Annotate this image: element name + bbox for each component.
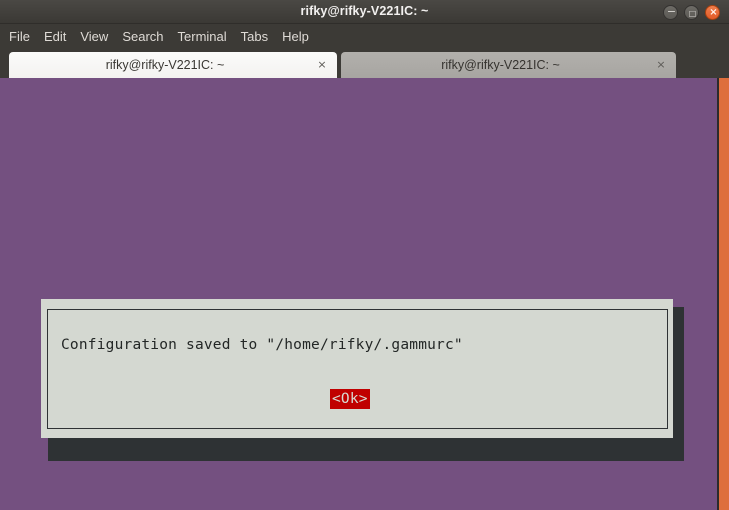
tab-close-icon[interactable]: × (315, 52, 329, 78)
maximize-icon: □ (688, 9, 697, 18)
window-title: rifky@rifky-V221IC: ~ (300, 4, 429, 18)
configuration-saved-dialog: Configuration saved to "/home/rifky/.gam… (41, 299, 673, 438)
terminal-window: rifky@rifky-V221IC: ~ − □ × File Edit View… (0, 0, 729, 510)
dialog-message-text: Configuration saved to "/home/rifky/.gam… (61, 337, 463, 353)
maximize-button[interactable]: □ (684, 5, 699, 20)
menu-item-search[interactable]: Search (115, 24, 170, 50)
minimize-icon: − (666, 5, 677, 18)
menu-item-view[interactable]: View (73, 24, 115, 50)
close-icon: × (709, 7, 718, 18)
minimize-button[interactable]: − (663, 5, 678, 20)
close-button[interactable]: × (705, 5, 720, 20)
menu-item-help[interactable]: Help (275, 24, 316, 50)
menu-item-file[interactable]: File (2, 24, 37, 50)
terminal-body[interactable]: Configuration saved to "/home/rifky/.gam… (0, 78, 717, 510)
title-bar: rifky@rifky-V221IC: ~ − □ × (0, 0, 729, 24)
tab-close-icon[interactable]: × (654, 52, 668, 78)
menu-item-terminal[interactable]: Terminal (171, 24, 234, 50)
dialog-inner-panel: Configuration saved to "/home/rifky/.gam… (47, 309, 668, 429)
tab-bar: rifky@rifky-V221IC: ~ × rifky@rifky-V221… (0, 50, 729, 121)
tab-label: rifky@rifky-V221IC: ~ (105, 58, 225, 72)
menu-item-tabs[interactable]: Tabs (234, 24, 275, 50)
ok-button[interactable]: <Ok> (330, 389, 370, 409)
menu-bar: File Edit View Search Terminal Tabs Help (0, 24, 729, 50)
tab-terminal-1[interactable]: rifky@rifky-V221IC: ~ × (9, 52, 337, 78)
tab-label: rifky@rifky-V221IC: ~ (441, 58, 560, 72)
menu-item-edit[interactable]: Edit (37, 24, 73, 50)
terminal-scrollbar[interactable] (719, 78, 729, 510)
tab-terminal-2[interactable]: rifky@rifky-V221IC: ~ × (341, 52, 676, 78)
